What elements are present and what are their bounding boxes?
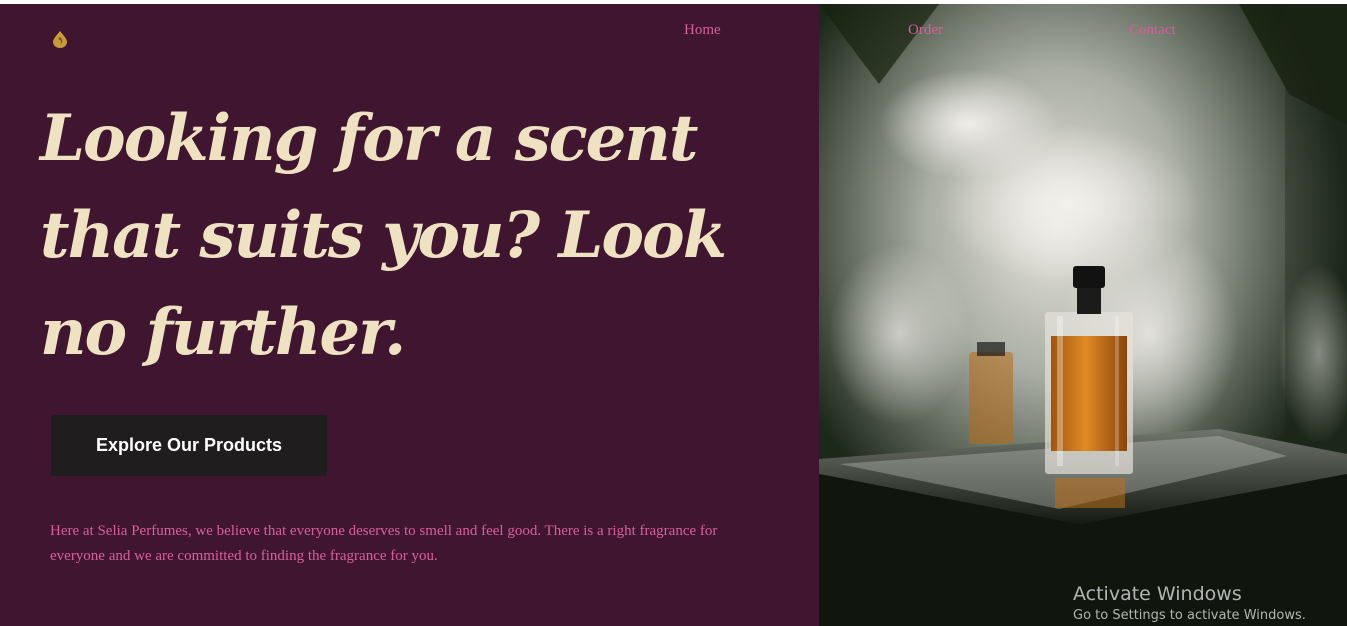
hero-headline: Looking for a scent that suits you? Look…: [40, 101, 727, 370]
perfume-bottle-photo: [819, 4, 1347, 626]
landing-page: Home Order Contact Looking for a scent t…: [0, 0, 1347, 626]
nav-home-link[interactable]: Home: [684, 22, 721, 44]
hero-description: Here at Selia Perfumes, we believe that …: [50, 523, 718, 564]
activate-windows-subtitle: Go to Settings to activate Windows.: [1073, 608, 1306, 623]
explore-products-button[interactable]: Explore Our Products: [51, 415, 327, 476]
activate-windows-title: Activate Windows: [1073, 583, 1242, 605]
nav-contact-link[interactable]: Contact: [1129, 22, 1176, 44]
flame-drop-icon[interactable]: [51, 30, 69, 48]
nav-order-link[interactable]: Order: [908, 22, 943, 44]
hero-image-panel: [819, 4, 1347, 626]
